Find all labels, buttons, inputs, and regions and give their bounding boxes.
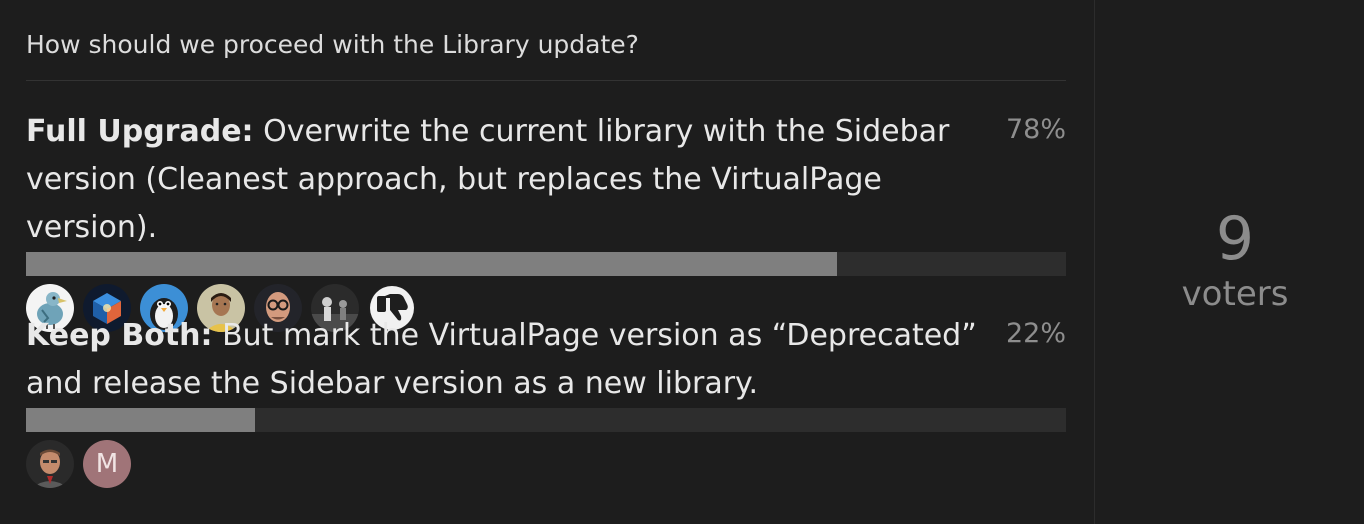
option-text: Keep Both: But mark the VirtualPage vers… — [26, 312, 986, 408]
result-bar-fill — [26, 408, 255, 432]
option-percent: 22% — [1005, 318, 1066, 349]
poll-widget: How should we proceed with the Library u… — [0, 0, 1364, 524]
voter-count: 9 — [1215, 204, 1255, 274]
result-bar-fill — [26, 252, 838, 276]
voter-avatars: M — [26, 440, 1066, 488]
option-percent: 78% — [1005, 114, 1066, 145]
poll-option-keep-both[interactable]: Keep Both: But mark the VirtualPage vers… — [26, 312, 1066, 488]
result-bar — [26, 252, 1066, 276]
man-avatar[interactable] — [26, 440, 74, 488]
letter-avatar[interactable]: M — [83, 440, 131, 488]
poll-question: How should we proceed with the Library u… — [26, 30, 639, 59]
result-bar — [26, 408, 1066, 432]
option-title: Keep Both: — [26, 318, 213, 353]
divider — [26, 80, 1066, 81]
voter-summary: 9 voters — [1094, 0, 1364, 524]
voter-count-label: voters — [1181, 274, 1289, 314]
option-text: Full Upgrade: Overwrite the current libr… — [26, 108, 986, 252]
option-title: Full Upgrade: — [26, 114, 254, 149]
poll-option-full-upgrade[interactable]: Full Upgrade: Overwrite the current libr… — [26, 108, 1066, 332]
